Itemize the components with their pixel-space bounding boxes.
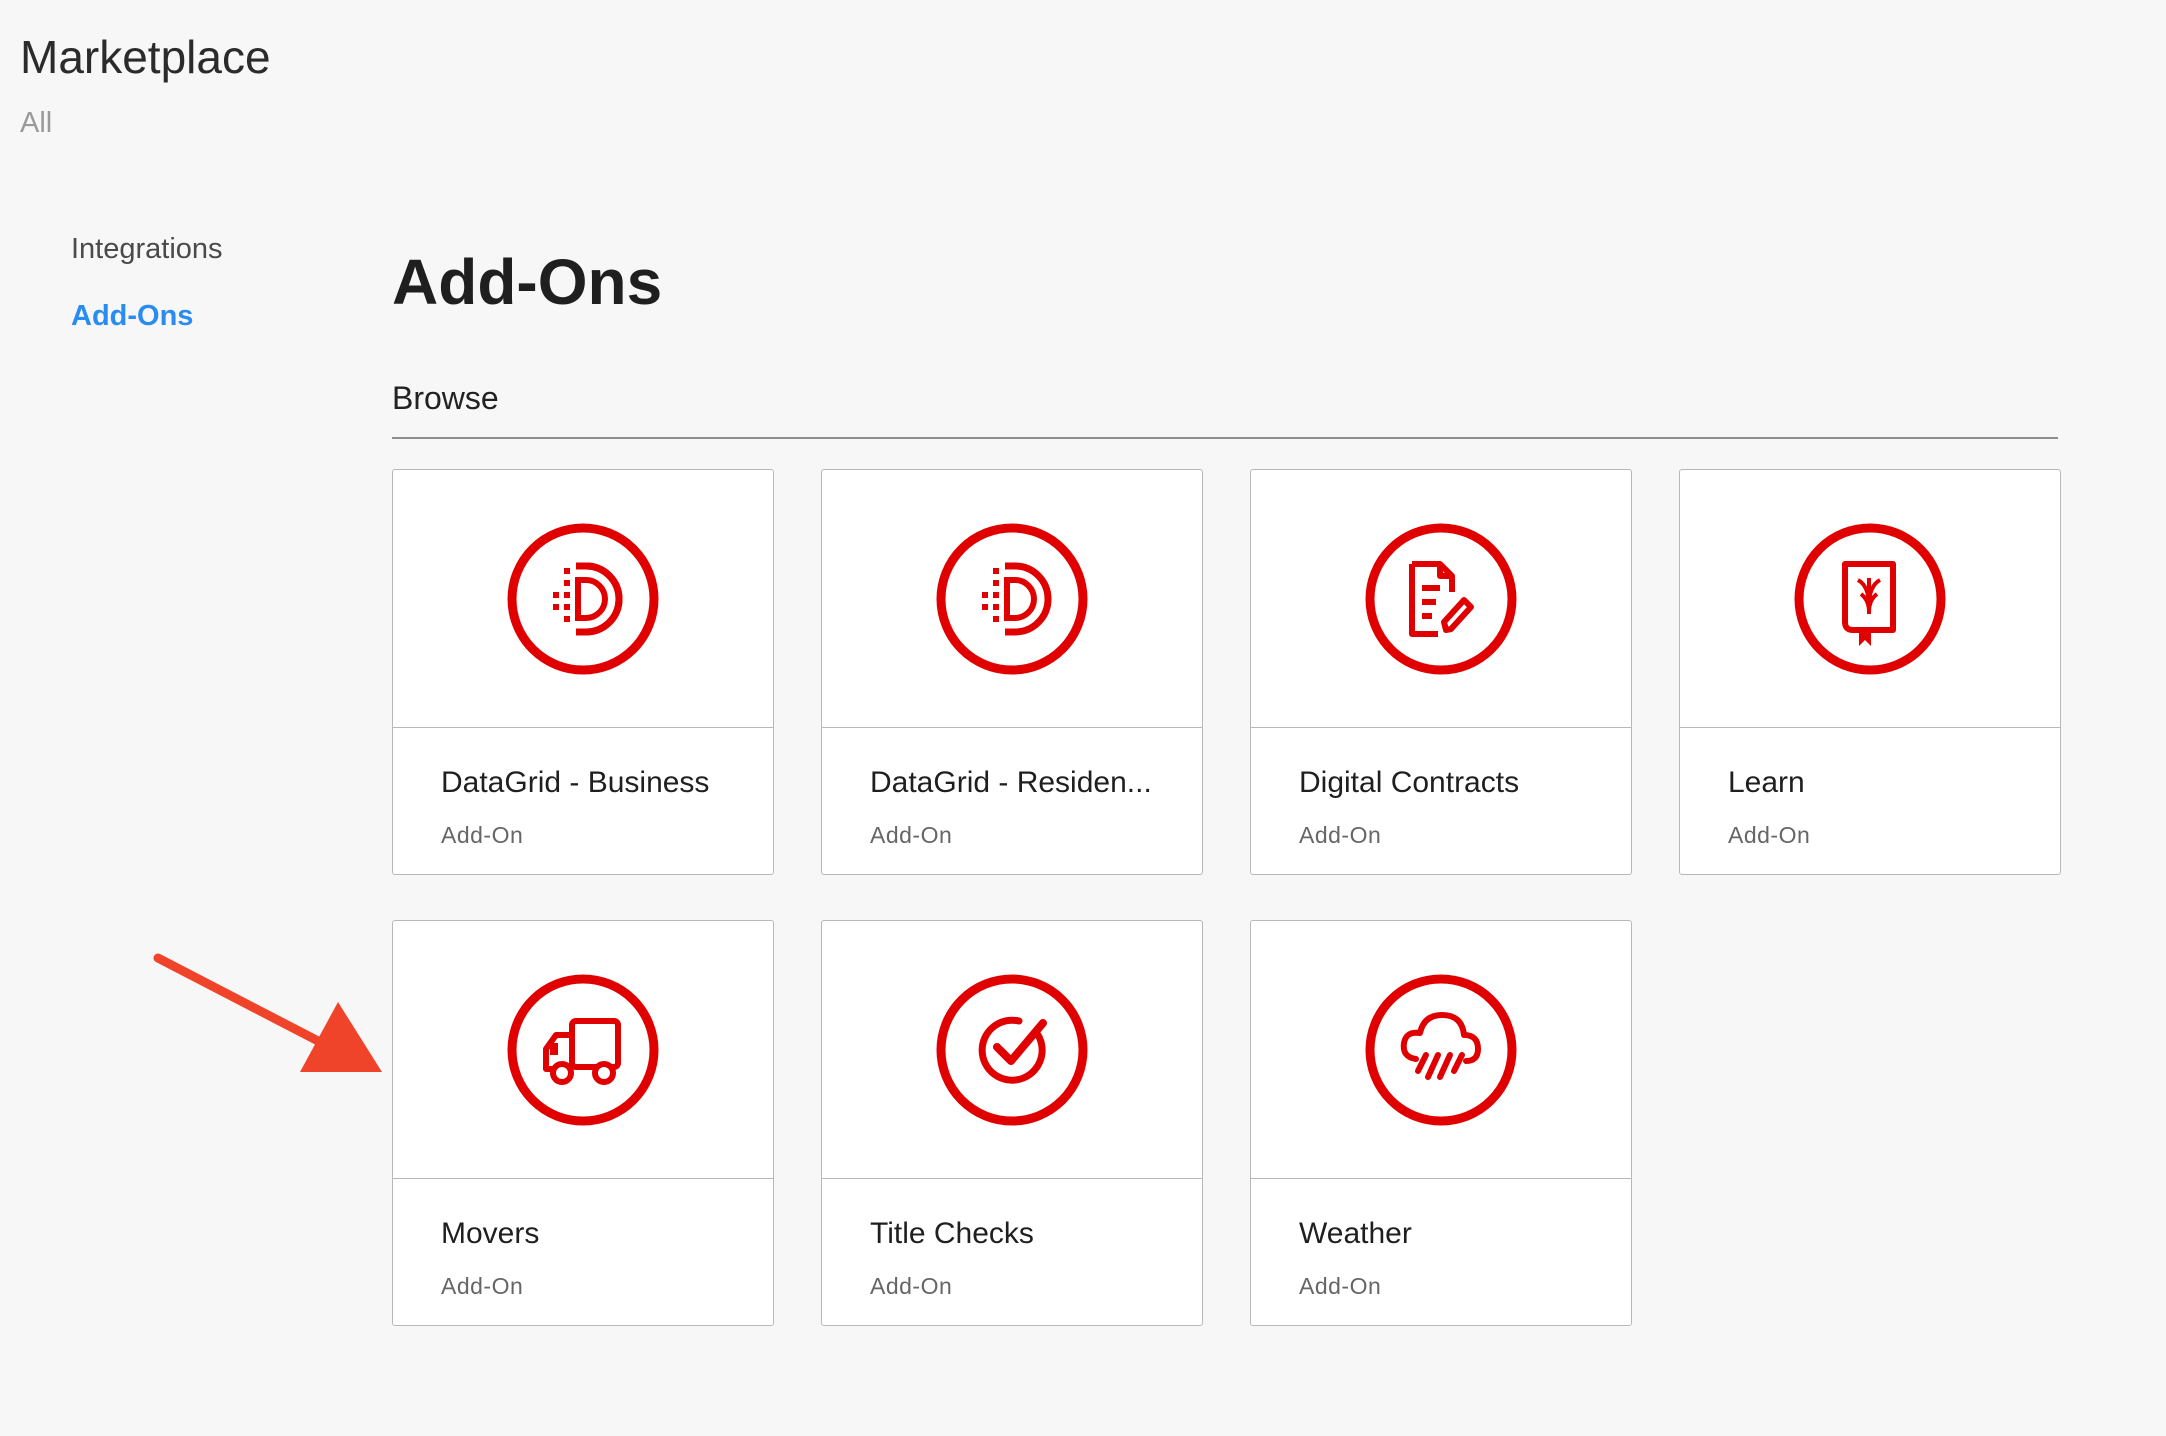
card-type: Add-On xyxy=(1728,822,1811,848)
checkmark-icon xyxy=(936,974,1088,1125)
truck-icon xyxy=(507,974,659,1125)
annotation-arrow-icon xyxy=(153,953,382,1072)
addon-grid: DataGrid - Business Add-On DataGrid - Re… xyxy=(392,469,2062,1326)
card-title: Digital Contracts xyxy=(1299,766,1520,799)
section-heading: Browse xyxy=(392,380,2058,439)
card-title: Learn xyxy=(1728,766,1805,799)
card-title: DataGrid - Residen... xyxy=(870,766,1152,799)
sidebar: Integrations Add-Ons xyxy=(71,233,223,367)
app-title: Marketplace xyxy=(20,31,271,83)
datagrid-icon xyxy=(936,523,1088,674)
card-type: Add-On xyxy=(441,1273,524,1299)
card-title: Movers xyxy=(441,1217,540,1250)
addon-card-digital-contracts[interactable]: Digital Contracts Add-On xyxy=(1250,469,1632,875)
breadcrumb[interactable]: All xyxy=(20,107,52,140)
sidebar-item-add-ons[interactable]: Add-Ons xyxy=(71,300,223,333)
card-type: Add-On xyxy=(870,822,953,848)
addon-card-learn[interactable]: Learn Add-On xyxy=(1679,469,2061,875)
rain-cloud-icon xyxy=(1365,974,1517,1125)
card-title: Title Checks xyxy=(870,1217,1034,1250)
document-edit-icon xyxy=(1365,523,1517,674)
datagrid-icon xyxy=(507,523,659,674)
card-title: Weather xyxy=(1299,1217,1412,1250)
addon-card-weather[interactable]: Weather Add-On xyxy=(1250,920,1632,1326)
addon-card-title-checks[interactable]: Title Checks Add-On xyxy=(821,920,1203,1326)
card-title: DataGrid - Business xyxy=(441,766,710,799)
addon-card-datagrid-business[interactable]: DataGrid - Business Add-On xyxy=(392,469,774,875)
sidebar-item-integrations[interactable]: Integrations xyxy=(71,233,223,266)
card-type: Add-On xyxy=(1299,1273,1382,1299)
card-type: Add-On xyxy=(441,822,524,848)
addon-card-movers[interactable]: Movers Add-On xyxy=(392,920,774,1326)
page-title: Add-Ons xyxy=(392,246,663,318)
card-type: Add-On xyxy=(1299,822,1382,848)
addon-card-datagrid-residential[interactable]: DataGrid - Residen... Add-On xyxy=(821,469,1203,875)
book-icon xyxy=(1794,523,1946,674)
card-type: Add-On xyxy=(870,1273,953,1299)
